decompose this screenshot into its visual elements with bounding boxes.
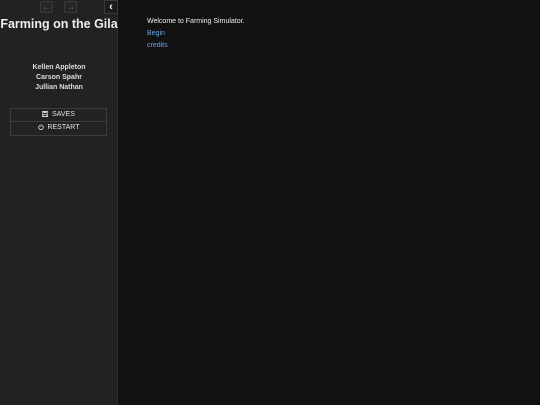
begin-link[interactable]: Begin bbox=[147, 28, 245, 40]
save-icon bbox=[42, 110, 50, 118]
restart-button[interactable]: RESTART bbox=[10, 122, 107, 136]
passage-content: Welcome to Farming Simulator. Begin cred… bbox=[147, 16, 245, 52]
saves-label: SAVES bbox=[52, 111, 75, 118]
welcome-text: Welcome to Farming Simulator. bbox=[147, 18, 245, 25]
power-icon bbox=[37, 123, 46, 131]
author-name: Carson Spahr bbox=[36, 74, 82, 81]
restart-label: RESTART bbox=[47, 124, 80, 131]
arrow-right-icon: → bbox=[65, 2, 76, 13]
story-authors: Kellen Appleton Carson Spahr Jullian Nat… bbox=[0, 63, 118, 93]
arrow-left-icon: ← bbox=[41, 2, 52, 13]
saves-button[interactable]: SAVES bbox=[10, 108, 107, 122]
history-back-button[interactable]: ← bbox=[40, 1, 53, 13]
story-title: Farming on the Gila bbox=[0, 17, 118, 31]
credits-link[interactable]: credits bbox=[147, 40, 245, 52]
author-name: Kellen Appleton bbox=[32, 64, 86, 71]
story-sidebar: ← → ‹ Farming on the Gila Kellen Appleto… bbox=[0, 0, 118, 405]
chevron-left-icon: ‹ bbox=[109, 1, 113, 13]
history-forward-button[interactable]: → bbox=[64, 1, 77, 13]
sidebar-collapse-button[interactable]: ‹ bbox=[104, 0, 118, 14]
author-name: Jullian Nathan bbox=[35, 84, 83, 91]
